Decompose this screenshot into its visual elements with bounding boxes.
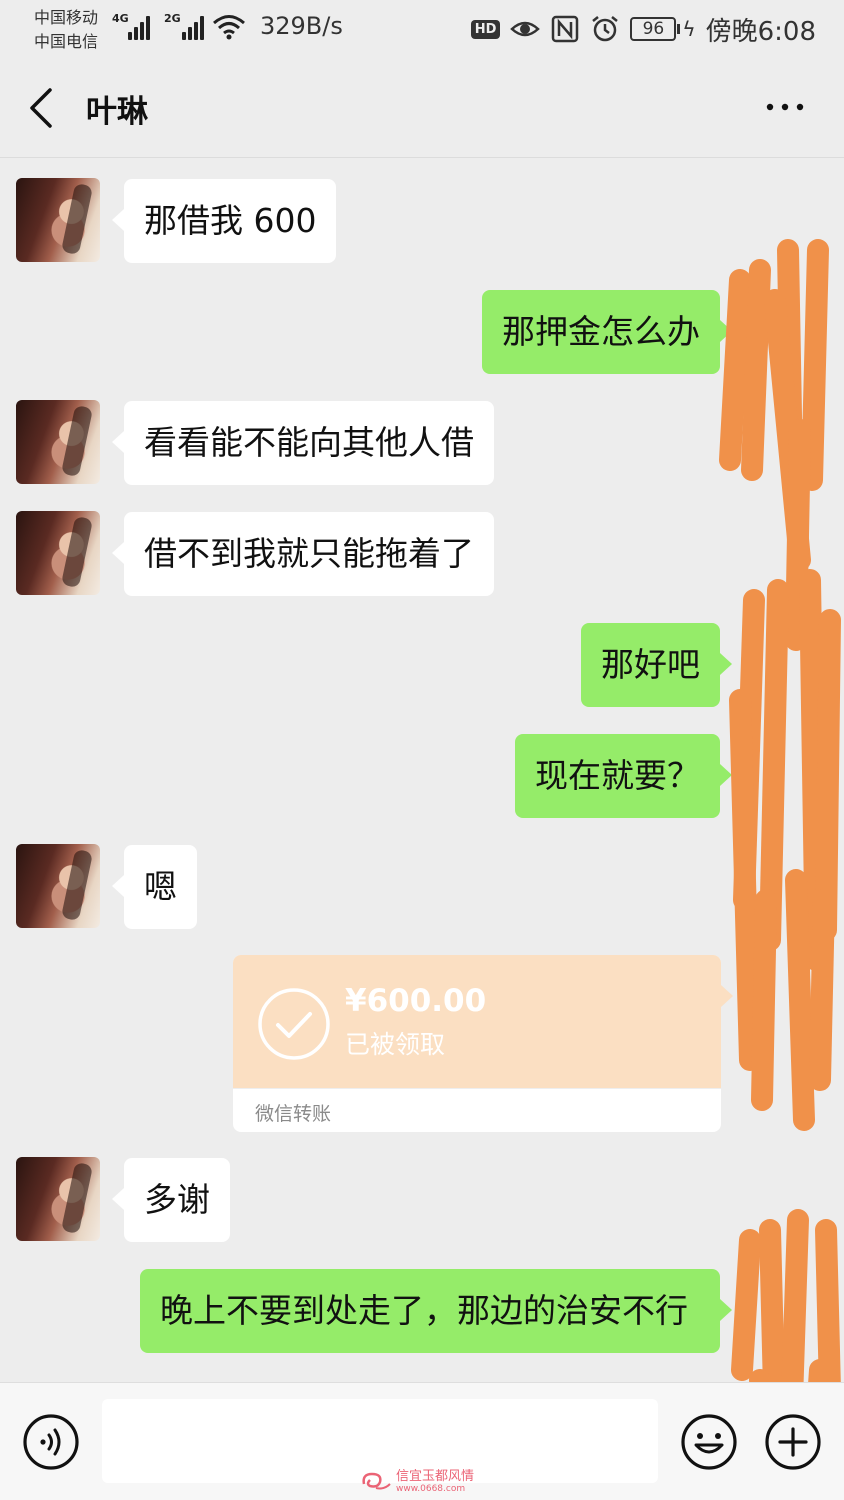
watermark-logo-icon: [362, 1472, 391, 1489]
message-bubble-incoming[interactable]: 嗯: [112, 845, 197, 929]
network-speed: 329B/s: [260, 12, 343, 40]
check-circle-icon: [258, 988, 330, 1060]
signal-icon: [124, 14, 152, 40]
message-bubble-incoming[interactable]: 看看能不能向其他人借: [112, 401, 494, 485]
message-bubble-outgoing[interactable]: 那好吧: [581, 623, 732, 707]
charging-icon: ϟ: [682, 17, 696, 41]
transfer-amount: ¥600.00: [345, 983, 487, 1019]
status-icons: HD 96 ϟ 傍晚6:08: [470, 10, 816, 48]
transfer-label: 微信转账: [255, 1103, 332, 1125]
message-bubble-outgoing[interactable]: 那押金怎么办: [482, 290, 732, 374]
more-icon[interactable]: [764, 92, 806, 122]
status-time: 傍晚6:08: [705, 16, 816, 47]
status-bar: 中国移动 中国电信 4G 2G 329B/s HD 96 ϟ 傍晚6:08: [0, 0, 844, 60]
back-icon[interactable]: [24, 86, 60, 130]
transfer-card-footer: 微信转账: [233, 1088, 721, 1132]
chat-message-list[interactable]: 那借我 600 那押金怎么办 看看能不能向其他人借 借不到我就只能拖着了 那好吧…: [0, 159, 844, 1382]
contact-avatar[interactable]: [16, 178, 100, 262]
eye-icon: [510, 21, 541, 37]
watermark-url: www.0668.com: [396, 1484, 466, 1494]
hd-badge: HD: [470, 19, 501, 39]
contact-avatar[interactable]: [16, 511, 100, 595]
emoji-icon[interactable]: [680, 1413, 738, 1471]
message-bubble-incoming[interactable]: 那借我 600: [111, 179, 337, 263]
battery-level: 96: [630, 17, 677, 41]
input-bar: 信宜玉都风情 www.0668.com: [0, 1382, 844, 1500]
carrier-names: 中国移动 中国电信: [34, 6, 98, 54]
contact-avatar[interactable]: [16, 400, 100, 484]
wifi-icon: [213, 15, 245, 40]
chat-header: 叶琳: [0, 60, 844, 158]
signal-icon: [178, 14, 206, 40]
chat-title: 叶琳: [86, 94, 148, 130]
alarm-icon: [592, 16, 619, 42]
watermark: 信宜玉都风情 www.0668.com: [360, 1465, 474, 1494]
message-bubble-outgoing[interactable]: 现在就要？: [515, 734, 732, 818]
watermark-text: 信宜玉都风情: [396, 1469, 475, 1484]
message-bubble-outgoing[interactable]: 晚上不要到处走了，那边的治安不行: [140, 1269, 732, 1353]
nfc-icon: [552, 15, 579, 43]
voice-icon[interactable]: [22, 1413, 80, 1471]
transfer-card[interactable]: ¥600.00 已被领取 微信转账: [233, 955, 733, 1132]
transfer-card-body: ¥600.00 已被领取: [233, 955, 733, 1088]
carrier-1: 中国移动: [34, 8, 99, 27]
contact-avatar[interactable]: [16, 1157, 100, 1241]
battery-icon: 96 ϟ: [630, 17, 696, 41]
carrier-2: 中国电信: [34, 32, 99, 51]
message-bubble-incoming[interactable]: 借不到我就只能拖着了: [112, 512, 494, 596]
transfer-status: 已被领取: [345, 1030, 446, 1059]
message-bubble-incoming[interactable]: 多谢: [112, 1158, 230, 1242]
contact-avatar[interactable]: [16, 844, 100, 928]
plus-icon[interactable]: [764, 1413, 822, 1471]
